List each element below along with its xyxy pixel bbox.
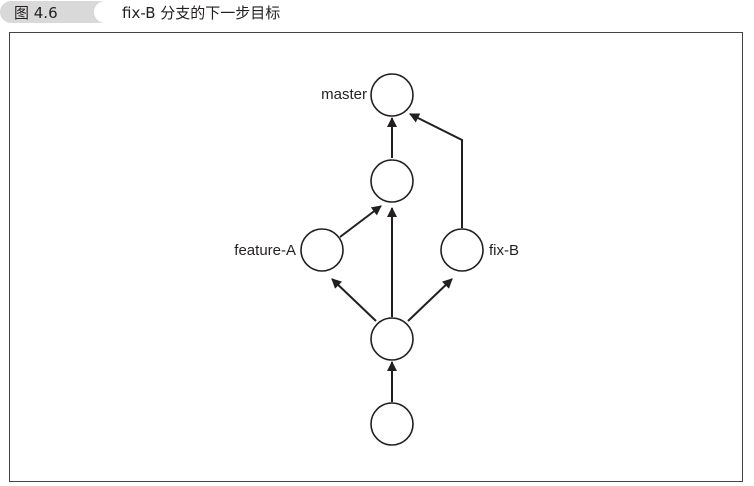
commit-node-base bbox=[370, 317, 414, 361]
edge-fix-b-to-master bbox=[409, 113, 463, 228]
label-master: master bbox=[321, 86, 367, 103]
edge-base-to-fix-b bbox=[407, 278, 453, 322]
commit-node-fix-b bbox=[440, 228, 484, 272]
commit-node-merge bbox=[370, 159, 414, 203]
commit-node-master bbox=[370, 73, 414, 117]
commit-graph-diagram: master feature-A fix-B bbox=[234, 73, 519, 446]
commit-node-feature-a bbox=[300, 228, 344, 272]
edge-base-to-feature-a bbox=[331, 278, 377, 322]
label-feature-a: feature-A bbox=[234, 242, 296, 259]
commit-node-root bbox=[370, 402, 414, 446]
edge-feature-a-to-merge bbox=[339, 205, 382, 238]
label-fix-b: fix-B bbox=[489, 242, 519, 259]
